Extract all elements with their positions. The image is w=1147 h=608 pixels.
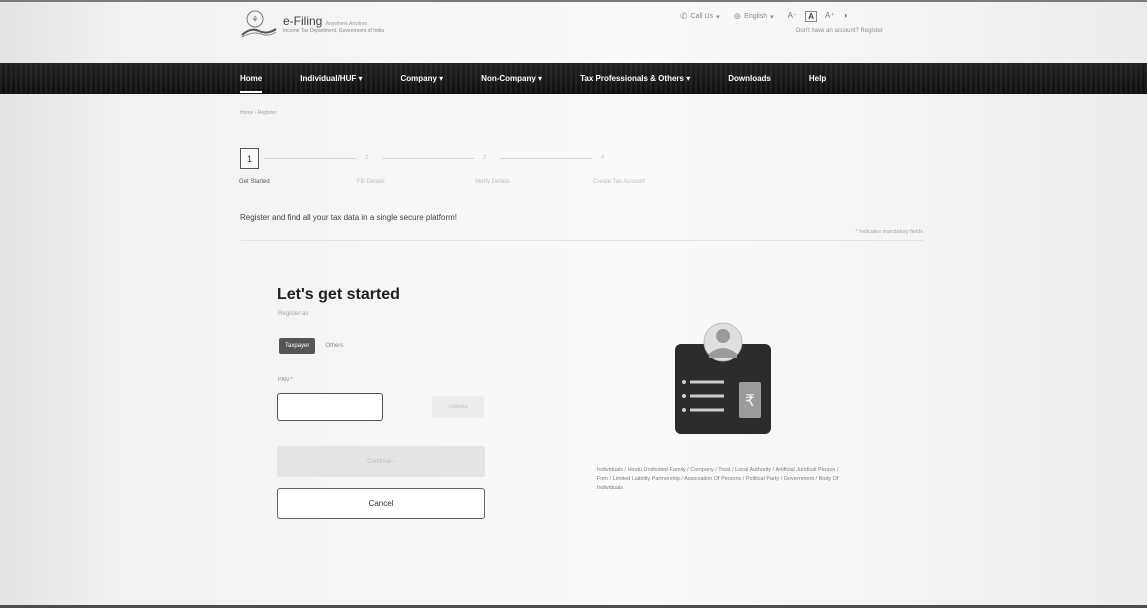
others-tab[interactable]: Others	[325, 343, 343, 349]
step-number: 2	[364, 154, 369, 161]
step-verify-details: 3 Verify Details	[475, 148, 510, 186]
svg-text:₹: ₹	[745, 391, 755, 410]
registration-tagline: Register and find all your tax data in a…	[240, 213, 458, 222]
eligible-entities-description: Individuals / Hindu Undivided Family / C…	[597, 467, 839, 491]
nav-company[interactable]: Company ▾	[400, 74, 443, 83]
chevron-down-icon: ▾	[770, 13, 774, 21]
mandatory-note: * Indicates mandatory fields	[855, 229, 923, 235]
nav-tax-professionals[interactable]: Tax Professionals & Others ▾	[580, 74, 690, 83]
language-menu[interactable]: ⊕ English ▾	[734, 11, 774, 22]
phone-icon: ✆	[680, 11, 688, 21]
emblem-icon: ⚘	[241, 9, 277, 39]
step-label: Fill Details	[357, 179, 385, 185]
nav-individual-huf[interactable]: Individual/HUF ▾	[300, 74, 362, 83]
breadcrumb[interactable]: Home › Register	[240, 110, 276, 116]
step-connector	[264, 158, 356, 159]
step-connector	[382, 158, 474, 159]
pan-label: PAN *	[278, 377, 293, 383]
decrease-font-button[interactable]: A⁻	[788, 11, 798, 22]
nav-home[interactable]: Home	[240, 74, 263, 93]
register-prompt[interactable]: Don't have an account? Register	[796, 28, 883, 34]
step-connector	[500, 158, 592, 159]
main-navbar: Home Individual/HUF ▾ Company ▾ Non-Comp…	[0, 63, 1147, 94]
header-utilities: ✆ Call Us ▾ ⊕ English ▾ A⁻ A A⁺ ◑	[680, 11, 847, 22]
taxpayer-tab[interactable]: Taxpayer	[279, 338, 316, 354]
call-us-menu[interactable]: ✆ Call Us ▾	[680, 11, 720, 22]
step-create-account: 4 Create Tax Account	[593, 148, 645, 186]
register-as-toggle: Taxpayer Others	[279, 338, 343, 354]
register-as-label: Register as	[278, 311, 309, 317]
pan-input[interactable]	[277, 393, 383, 421]
cancel-button[interactable]: Cancel	[277, 488, 485, 519]
nav-non-company[interactable]: Non-Company ▾	[481, 74, 542, 83]
get-started-card: Let's get started Register as Taxpayer O…	[261, 258, 923, 563]
logo-subtitle: Income Tax Department, Government of Ind…	[283, 27, 385, 34]
continue-button[interactable]: Continue ›	[277, 446, 485, 477]
nav-help[interactable]: Help	[809, 74, 826, 83]
logo-title: e-Filing Anywhere Anytime	[283, 13, 368, 28]
svg-text:⚘: ⚘	[251, 15, 258, 24]
step-number: 3	[482, 154, 487, 161]
taxpayer-card-illustration: ₹	[675, 314, 771, 434]
step-number: 4	[600, 154, 605, 161]
nav-downloads[interactable]: Downloads	[728, 74, 771, 83]
step-label: Verify Details	[475, 179, 511, 185]
increase-font-button[interactable]: A⁺	[825, 11, 835, 22]
step-label: Get Started	[239, 179, 270, 185]
font-size-controls: A⁻ A A⁺ ◑	[788, 11, 848, 22]
divider	[240, 240, 924, 241]
contrast-icon[interactable]: ◑	[843, 11, 848, 22]
step-fill-details: 2 Fill Details	[357, 148, 385, 186]
step-get-started: 1 Get Started	[239, 148, 270, 185]
top-border	[0, 0, 1147, 2]
registration-stepper: 1 Get Started 2 Fill Details 3 Verify De…	[239, 148, 690, 192]
normal-font-button[interactable]: A	[805, 11, 817, 22]
step-number: 1	[240, 148, 259, 169]
validate-button[interactable]: Validate	[432, 396, 484, 418]
step-label: Create Tax Account	[593, 179, 645, 185]
chevron-down-icon: ▾	[716, 13, 720, 21]
globe-icon: ⊕	[733, 11, 742, 21]
card-title: Let's get started	[277, 286, 400, 303]
efiling-logo[interactable]: ⚘ e-Filing Anywhere Anytime Income Tax D…	[241, 9, 384, 39]
